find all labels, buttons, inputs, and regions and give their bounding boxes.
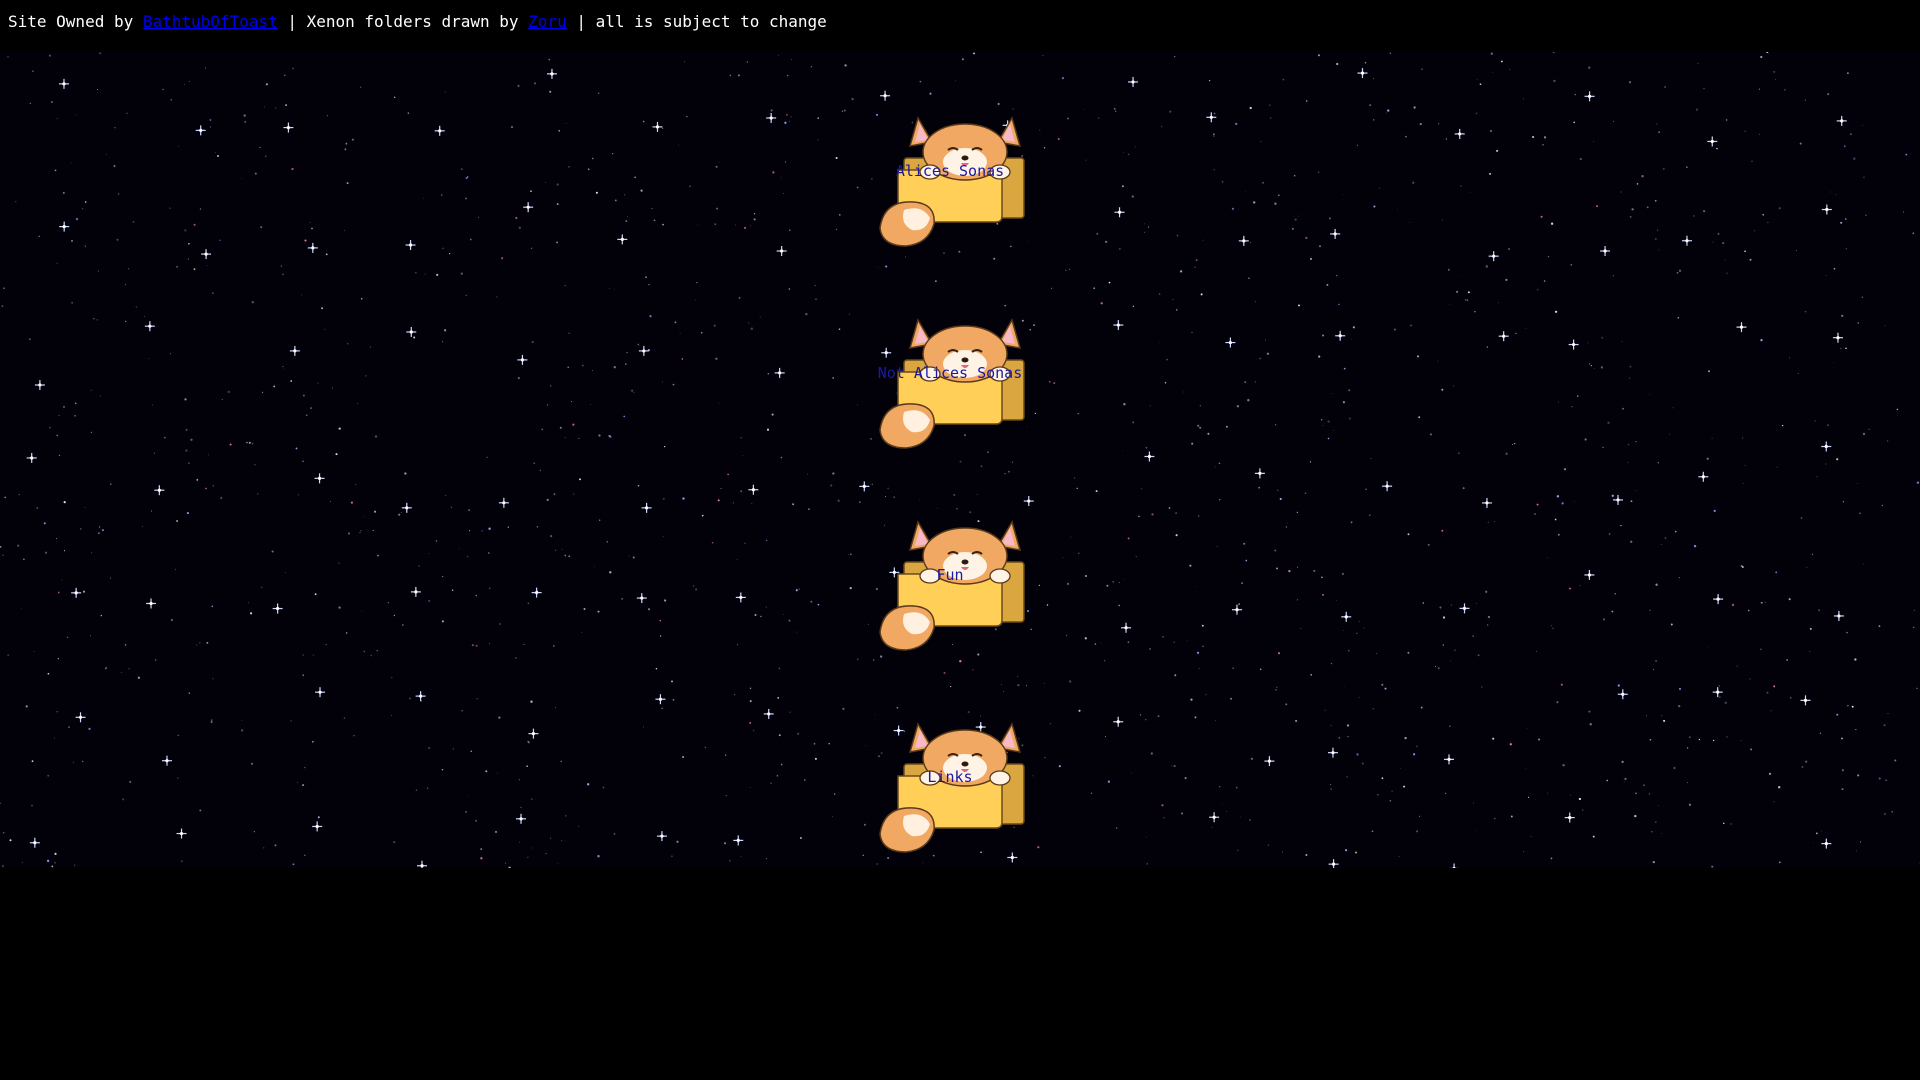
folder-label: Fun xyxy=(936,566,964,584)
credits-prefix: Site Owned by xyxy=(8,12,143,31)
folder-fun[interactable]: Fun xyxy=(870,504,1030,654)
owner-link[interactable]: BathtubOfToast xyxy=(143,12,278,31)
artist-link[interactable]: Zoru xyxy=(528,12,567,31)
credits-suffix: | all is subject to change xyxy=(566,12,827,31)
folder-not-alices-sonas[interactable]: Not Alices Sonas xyxy=(870,302,1030,452)
folder-links[interactable]: Links xyxy=(870,706,1030,856)
folder-label: Alices Sonas xyxy=(895,162,1005,180)
credits-middle: | Xenon folders drawn by xyxy=(277,12,529,31)
folder-label: Links xyxy=(927,768,973,786)
site-credits: Site Owned by BathtubOfToast | Xenon fol… xyxy=(8,12,827,31)
folder-label: Not Alices Sonas xyxy=(877,364,1023,382)
folder-alices-sonas[interactable]: Alices Sonas xyxy=(870,100,1030,250)
folder-nav: Alices Sonas Not Alices Sonas Fun Links xyxy=(0,52,1920,868)
